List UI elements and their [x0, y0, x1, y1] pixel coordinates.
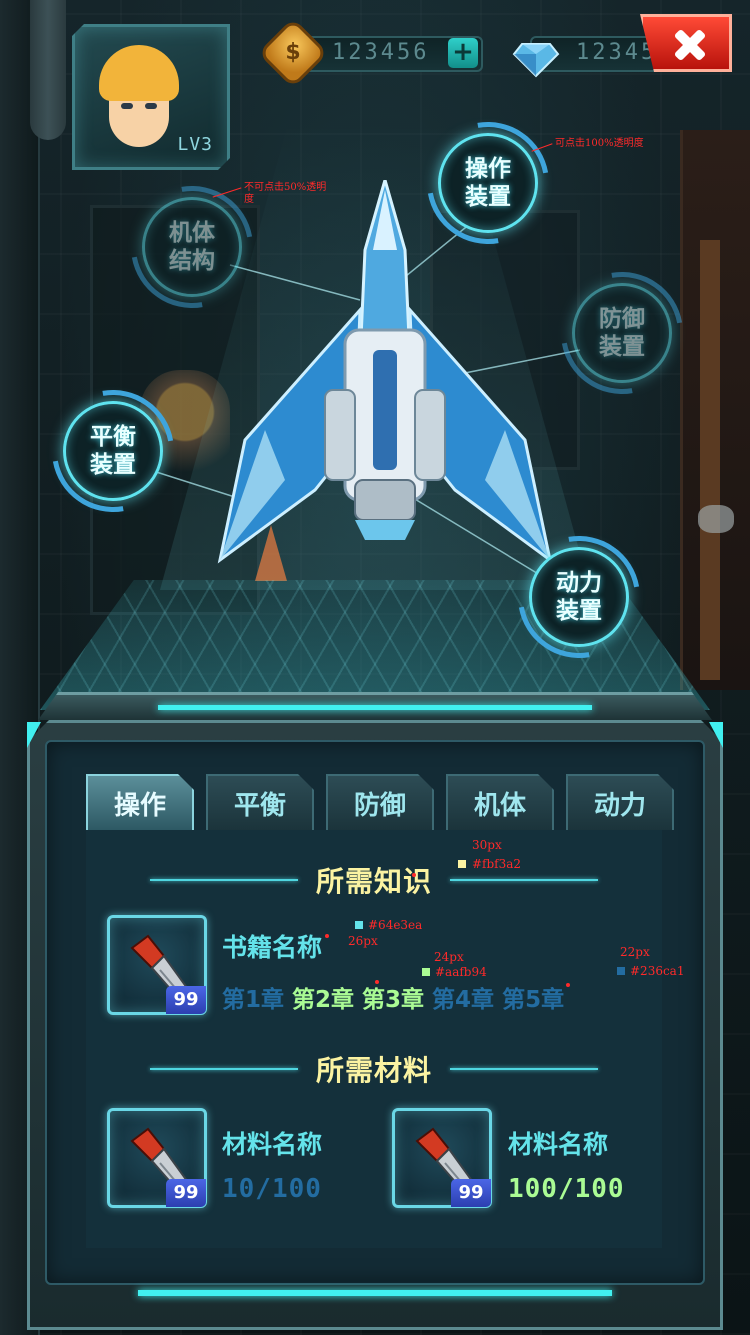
node-operation-device[interactable]: 操作装置: [438, 133, 538, 233]
material-item-slot[interactable]: 99: [107, 1108, 207, 1208]
annotation-title-color: #fbf3a2: [472, 857, 522, 871]
material-section-title: 所需材料: [86, 1049, 662, 1089]
annotation-got-size: 24px: [434, 950, 464, 964]
node-defense-device: 防御装置: [572, 283, 672, 383]
chapter-2: 第2章: [292, 987, 355, 1013]
node-defense-label: 防御装置: [599, 306, 645, 360]
node-body-structure: 机体结构: [142, 197, 242, 297]
book-item-slot[interactable]: 99: [107, 915, 207, 1015]
annotation-title-size: 30px: [472, 838, 502, 852]
tab-power[interactable]: 动力: [566, 774, 674, 830]
material-name: 材料名称: [222, 1130, 323, 1159]
tab-operation[interactable]: 操作: [86, 774, 194, 830]
annotation-disabled-note: 不可点击50%透明度: [244, 182, 327, 205]
annotation-name-size: 26px: [348, 934, 378, 948]
node-operation-label: 操作装置: [465, 156, 511, 210]
title-divider: [450, 1068, 598, 1070]
material-item-slot[interactable]: 99: [392, 1108, 492, 1208]
tab-balance[interactable]: 平衡: [206, 774, 314, 830]
material-count: 100/100: [508, 1174, 625, 1204]
spaceship-model: [217, 180, 553, 564]
item-quantity-badge: 99: [166, 1179, 206, 1207]
chapter-4: 第4章: [432, 987, 495, 1013]
annotation-got-color: #aafb94: [435, 965, 487, 979]
book-name: 书籍名称: [222, 933, 323, 962]
annotation-lock-size: 22px: [620, 945, 650, 959]
annotation-marker: [375, 980, 379, 984]
title-divider: [450, 879, 598, 881]
device-tabs: 操作 平衡 防御 机体 动力: [86, 774, 662, 830]
node-power-device[interactable]: 动力装置: [529, 547, 629, 647]
tab-body[interactable]: 机体: [446, 774, 554, 830]
annotation-swatch: [617, 967, 625, 975]
node-power-label: 动力装置: [556, 570, 602, 624]
title-divider: [149, 879, 298, 881]
knowledge-section-title: 所需知识: [86, 860, 662, 900]
annotation-swatch: [458, 860, 466, 868]
annotation-lock-color: #236ca1: [630, 964, 685, 978]
panel-bottom-light: [138, 1290, 612, 1296]
chapter-3: 第3章: [362, 987, 425, 1013]
tab-defense[interactable]: 防御: [326, 774, 434, 830]
node-balance-device[interactable]: 平衡装置: [63, 401, 163, 501]
node-balance-label: 平衡装置: [90, 424, 136, 478]
annotation-marker: [412, 873, 416, 877]
title-divider: [149, 1068, 298, 1070]
annotation-marker: [325, 934, 329, 938]
chapter-list: 第1章 第2章 第3章 第4章 第5章: [222, 980, 565, 1013]
material-count: 10/100: [222, 1174, 322, 1204]
annotation-marker: [566, 983, 570, 987]
material-name: 材料名称: [508, 1130, 609, 1159]
material-title: 所需材料: [315, 1054, 432, 1087]
node-body-label: 机体结构: [169, 220, 215, 274]
annotation-clickable-note: 可点击100%透明度: [555, 138, 644, 149]
knowledge-title: 所需知识: [315, 865, 432, 898]
annotation-name-color: #64e3ea: [368, 918, 423, 932]
annotation-swatch: [355, 921, 363, 929]
panel-top-frame: [38, 692, 712, 720]
chapter-1: 第1章: [222, 987, 285, 1013]
annotation-swatch: [422, 968, 430, 976]
item-quantity-badge: 99: [166, 986, 206, 1014]
item-quantity-badge: 99: [451, 1179, 491, 1207]
chapter-5: 第5章: [502, 987, 565, 1013]
